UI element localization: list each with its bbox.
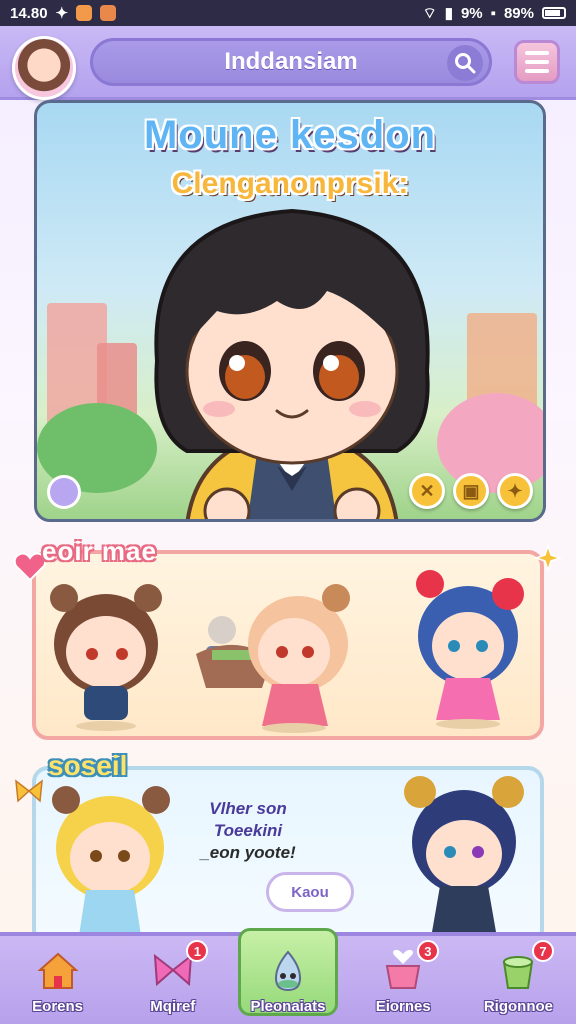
pet-badge-icon[interactable] <box>47 475 81 509</box>
search-input[interactable]: Inddansiam <box>224 48 357 76</box>
wifi-icon: ⌔ <box>422 4 437 22</box>
app-header: Inddansiam <box>0 26 576 100</box>
status-bar: 14.80 ✦ ⌔ ▮ 9% ▪ 89% <box>0 0 576 26</box>
hero-card[interactable]: Moune kesdon Clenganonprsik: ✕ ▣ ✦ <box>34 100 546 522</box>
nav-label: Mqiref <box>150 998 196 1015</box>
character-group-illustration <box>50 570 524 733</box>
hero-title: Moune kesdon <box>143 113 437 157</box>
nav-item-shop[interactable]: 3 Eiornes <box>346 936 461 1024</box>
house-icon <box>36 952 79 989</box>
signal-text: 9% <box>460 4 483 22</box>
gift-icon[interactable]: ▣ <box>453 473 489 509</box>
chibi-girl-illustration <box>154 208 430 519</box>
search-icon[interactable] <box>447 45 483 81</box>
message-line: Toeekini <box>213 821 283 840</box>
speech-bubble[interactable]: Kaou <box>266 872 354 912</box>
nav-label: Rigonnoe <box>483 998 553 1015</box>
app-notification-icon <box>76 5 93 21</box>
character-collection-card[interactable] <box>32 550 544 740</box>
pet-icon <box>274 950 302 992</box>
sparkle-icon <box>534 544 562 572</box>
battery-icon <box>542 7 566 19</box>
avatar[interactable] <box>12 36 76 100</box>
battery-text: 89% <box>503 4 534 22</box>
status-time: 14.80 <box>10 4 48 22</box>
section1-title: eoir mae <box>42 536 157 566</box>
notification-badge: 1 <box>186 940 209 962</box>
hero-actions: ✕ ▣ ✦ <box>409 473 533 509</box>
close-icon[interactable]: ✕ <box>409 473 445 509</box>
notification-badge: 7 <box>532 940 555 962</box>
search-bar[interactable]: Inddansiam <box>90 38 492 86</box>
social-message: Vlher son Toeekini _eon yoote! <box>188 798 308 864</box>
nav-item-pets[interactable]: Pleonaiats <box>230 928 345 1024</box>
nav-label: Eorens <box>32 998 84 1015</box>
menu-icon[interactable] <box>514 40 560 84</box>
notification-badge: 3 <box>416 940 439 962</box>
app-notification-icon <box>100 5 117 21</box>
nav-item-home[interactable]: Eorens <box>0 936 115 1024</box>
signal-icon: ▮ <box>444 5 453 22</box>
message-line: Vlher son <box>209 799 287 818</box>
star-button-icon[interactable]: ✦ <box>497 473 533 509</box>
nav-label: Eiornes <box>375 998 431 1015</box>
message-line: _eon yoote! <box>200 843 296 862</box>
nav-item-rewards[interactable]: 7 Rigonnoe <box>461 936 576 1024</box>
section2-title: soseil <box>48 750 128 781</box>
notification-icon: ✦ <box>55 5 69 22</box>
sim-icon: ▪ <box>490 4 496 22</box>
bottom-nav: Eorens 1 Mqiref Pleonaiats 3 Eiornes 7 R… <box>0 928 576 1024</box>
nav-label: Pleonaiats <box>250 998 326 1015</box>
bow-icon <box>15 779 43 803</box>
nav-item-quest[interactable]: 1 Mqiref <box>115 936 230 1024</box>
